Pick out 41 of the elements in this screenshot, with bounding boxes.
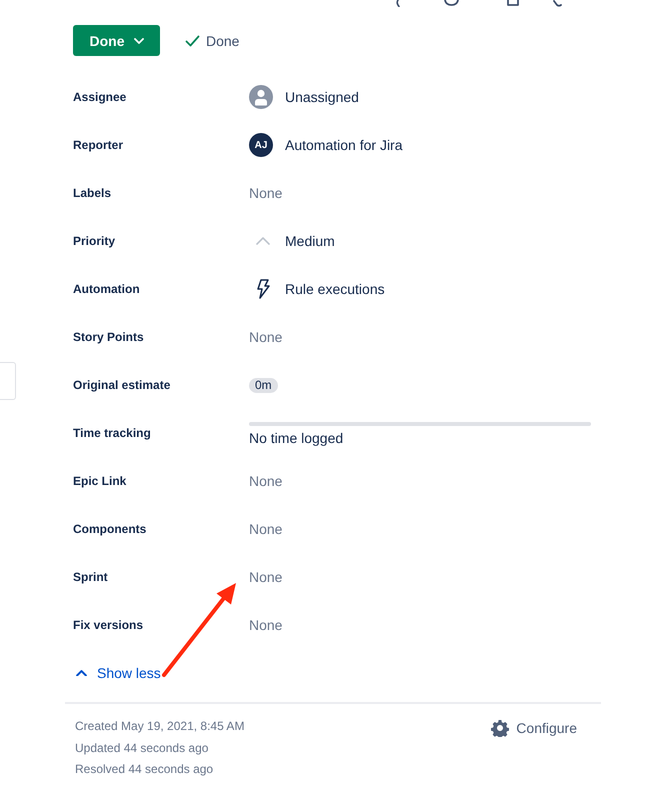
field-value: Unassigned [285,89,359,105]
field-label: Time tracking [73,426,151,440]
field-value: None [249,569,282,585]
field-label: Sprint [73,570,108,584]
field-label: Reporter [73,138,124,152]
field-label: Priority [73,234,116,248]
field-label: Story Points [73,330,144,344]
configure-button[interactable]: Configure [491,719,577,737]
user-avatar: AJ [249,133,273,157]
field-label: Labels [73,186,112,200]
field-value: No time logged [249,430,344,446]
timestamp-text: Resolved 44 seconds ago [75,761,214,778]
timestamp-text: Updated 44 seconds ago [75,740,208,756]
field-label: Assignee [73,90,126,104]
check-icon [185,34,200,46]
field-value: None [249,473,282,489]
input-field[interactable] [0,362,16,400]
resolution-text: Done [206,32,240,48]
hook-icon[interactable] [553,0,562,7]
field-label: Fix versions [73,618,144,632]
field-label: Automation [73,282,140,296]
timestamp-text: Created May 19, 2021, 8:45 AM [75,718,244,735]
lightning-icon [256,279,270,299]
field-value: None [249,185,282,201]
time-estimate-badge: 0m [249,378,278,392]
field-label: Original estimate [73,378,170,392]
field-value: None [249,617,282,633]
settings-icon [491,719,510,737]
field-value: Medium [285,233,335,249]
user-silhouette-icon [249,85,273,109]
chevron-down-icon [134,38,144,44]
field-value: None [249,521,282,537]
arc-icon[interactable] [395,0,401,7]
field-value: None [249,329,282,345]
field-value: Automation for Jira [285,137,402,153]
rule-executions-link[interactable]: Rule executions [285,281,385,297]
caret-up-icon [256,237,270,245]
status-button[interactable]: Done [73,25,160,56]
field-label: Epic Link [73,474,126,488]
show-less-button[interactable]: Show less [76,665,161,681]
field-label: Components [73,522,146,536]
